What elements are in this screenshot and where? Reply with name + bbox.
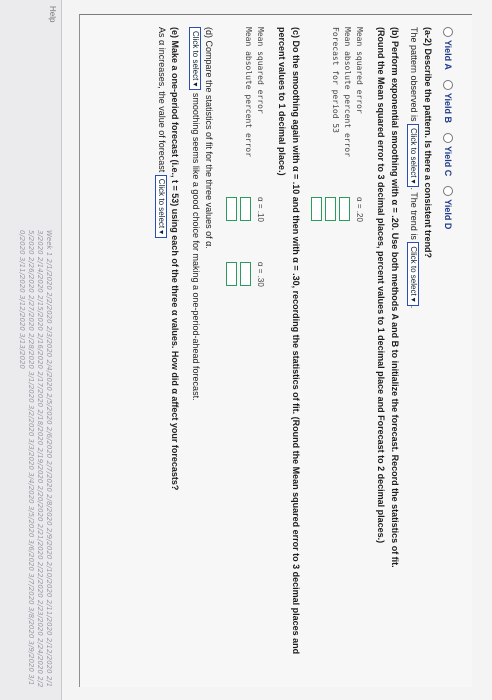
help-label[interactable]: Help (48, 6, 57, 22)
c-text: (c) Do the smoothing again with α = .10 … (277, 27, 301, 655)
yield-options: Yield A Yield B Yield C Yield D (440, 27, 456, 675)
option-yield-b[interactable]: Yield B (443, 79, 453, 124)
stats-inputs-b: α = .20 (308, 197, 366, 222)
question-e: (e) Make a one-period forecast (i.e., t … (155, 27, 181, 675)
option-yield-d[interactable]: Yield D (443, 186, 453, 229)
e-select-label: Click to select (157, 178, 167, 229)
a2-question: (a-2) Describe the pattern. Is there a c… (423, 27, 433, 259)
stats-inputs-c30: α = .30 (223, 262, 267, 287)
d-select-label: Click to select (191, 31, 201, 81)
d-text: (d) Compare the statistics of fit for th… (204, 27, 214, 249)
stats-table-c: Mean squared error Mean absolute percent… (223, 27, 267, 675)
label-mse: Mean squared error (355, 27, 364, 114)
chevron-down-icon: ▾ (409, 297, 419, 302)
mse-input[interactable] (240, 197, 251, 222)
photo-background: Week 1 2/1/2020 2/2/2020 2/3/2020 2/4/20… (0, 0, 492, 700)
label-mse: Mean squared error (256, 27, 265, 114)
stats-inputs-c10: α = .10 (223, 197, 267, 222)
rotated-screen: Week 1 2/1/2020 2/2/2020 2/3/2020 2/4/20… (0, 0, 492, 700)
alpha-10-label: α = .10 (256, 197, 265, 222)
alpha-30-label: α = .30 (256, 261, 265, 287)
trend-select-label: Click to select (409, 246, 419, 296)
e-prefix: As α increases, the value of forecast (157, 27, 167, 173)
option-label: Yield D (443, 199, 453, 230)
question-content: Yield A Yield B Yield C Yield D (a-2) De… (155, 27, 456, 675)
label-mape: Mean absolute percent error (244, 27, 253, 158)
forecast-input[interactable] (311, 197, 322, 222)
label-mape: Mean absolute percent error (343, 27, 352, 158)
radio-icon[interactable] (443, 27, 453, 37)
stats-labels-c: Mean squared error Mean absolute percent… (223, 27, 267, 157)
option-label: Yield C (443, 146, 453, 177)
date-column-list: Week 1 2/1/2020 2/2/2020 2/3/2020 2/4/20… (18, 230, 53, 688)
question-d: (d) Compare the statistics of fit for th… (189, 27, 215, 675)
mape-input[interactable] (226, 197, 237, 222)
e-select[interactable]: Click to select▾ (155, 174, 168, 239)
label-forecast: Forecast for period 53 (331, 27, 340, 133)
b-text-2: (Round the Mean squared error to 3 decim… (376, 27, 386, 544)
mape-input[interactable] (226, 262, 237, 287)
mse-input[interactable] (240, 262, 251, 287)
chevron-down-icon: ▾ (191, 82, 201, 87)
mape-input[interactable] (325, 197, 336, 222)
question-b: (b) Perform exponential smoothing with α… (308, 27, 402, 675)
trend-select[interactable]: Click to select▾ (407, 242, 420, 306)
question-a2: (a-2) Describe the pattern. Is there a c… (407, 27, 433, 309)
mse-input[interactable] (339, 197, 350, 222)
trend-prefix: The trend is (409, 192, 419, 240)
question-c: (c) Do the smoothing again with α = .10 … (223, 27, 303, 675)
e-text: (e) Make a one-period forecast (i.e., t … (170, 27, 180, 491)
data-header-strip: Week 1 2/1/2020 2/2/2020 2/3/2020 2/4/20… (0, 0, 62, 700)
d-sentence: smoothing seems like a good choice for m… (191, 92, 201, 401)
option-yield-c[interactable]: Yield C (443, 133, 453, 176)
pattern-select-label: Click to select (409, 128, 419, 178)
radio-icon[interactable] (443, 186, 453, 197)
option-label: Yield A (443, 40, 453, 70)
alpha-label: α = .20 (355, 197, 364, 222)
question-panel: Yield A Yield B Yield C Yield D (a-2) De… (79, 14, 472, 687)
radio-icon[interactable] (443, 79, 453, 90)
stats-table-b: Mean squared error Mean absolute percent… (308, 27, 366, 675)
chevron-down-icon: ▾ (409, 179, 419, 184)
b-text-1: (b) Perform exponential smoothing with α… (390, 27, 400, 568)
pattern-prefix: The pattern observed is (409, 27, 419, 122)
option-yield-a[interactable]: Yield A (443, 27, 453, 70)
radio-icon[interactable] (443, 133, 453, 144)
pattern-select[interactable]: Click to select▾ (407, 124, 420, 188)
option-label: Yield B (443, 92, 453, 124)
stats-labels-b: Mean squared error Mean absolute percent… (308, 27, 366, 157)
chevron-down-icon: ▾ (157, 230, 167, 235)
d-select[interactable]: Click to select▾ (189, 27, 202, 91)
